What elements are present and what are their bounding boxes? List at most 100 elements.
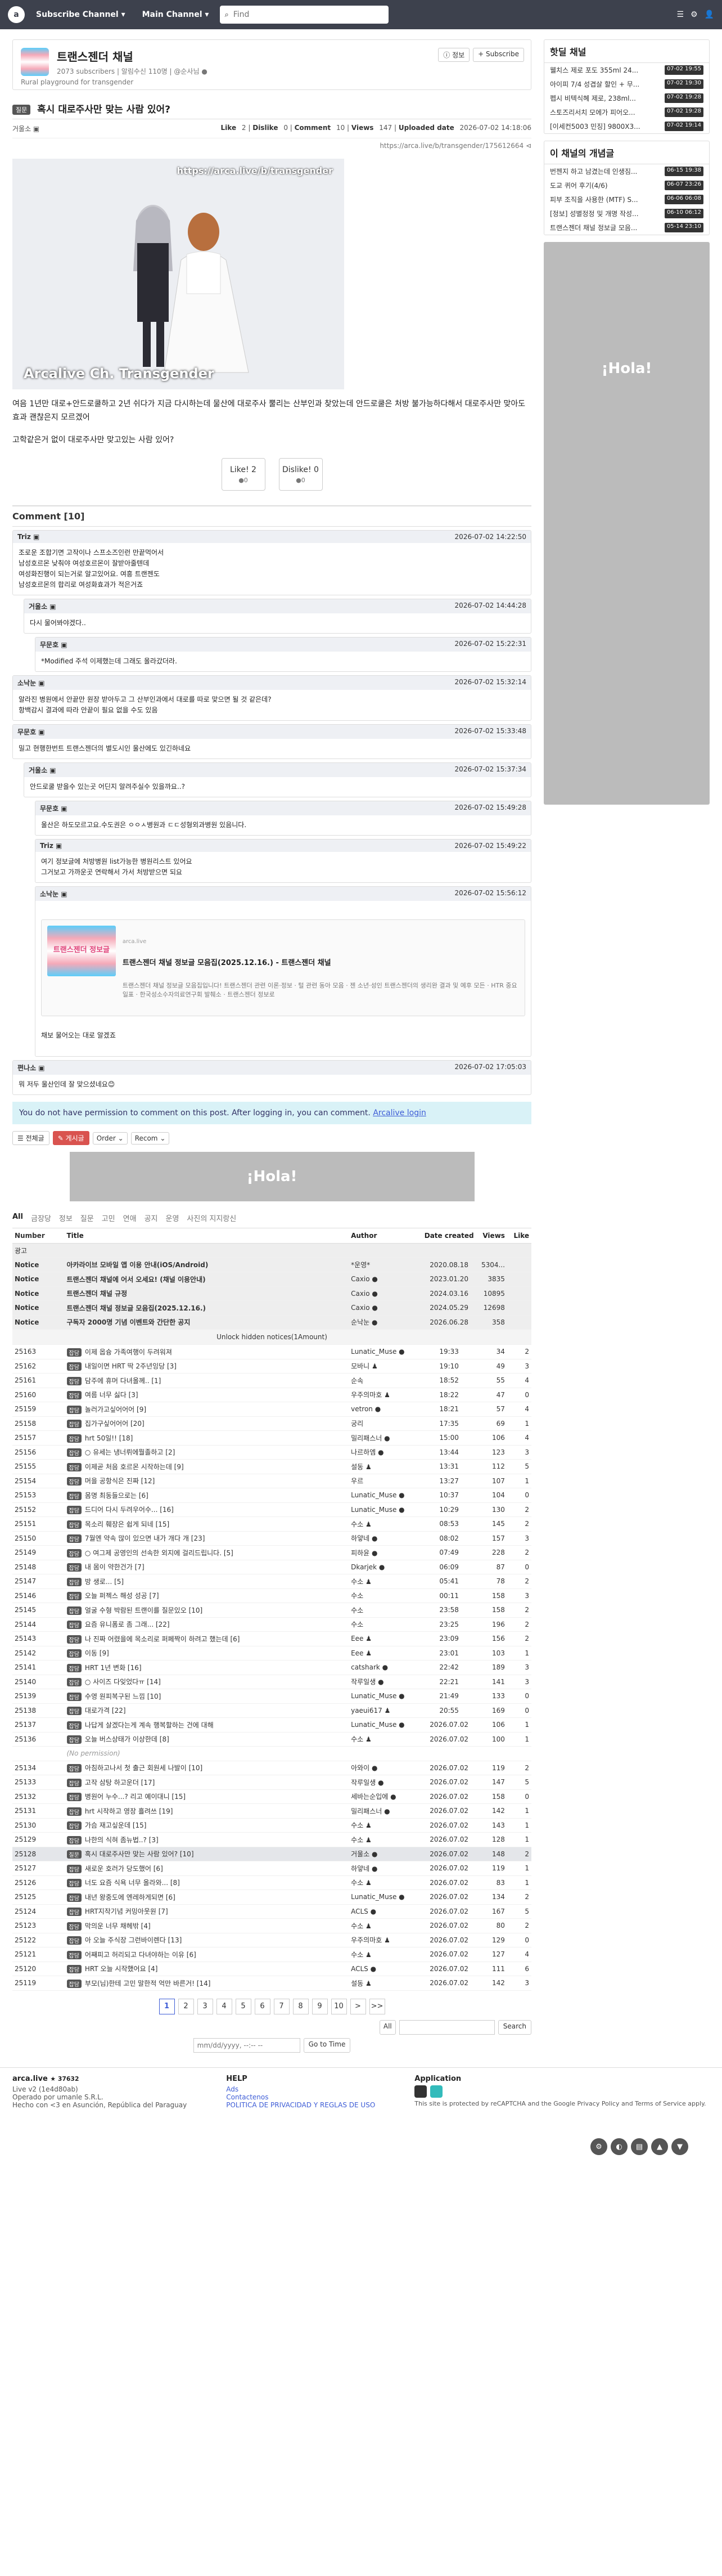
table-row[interactable]: 25126 잡담 너도 요즘 식욕 너무 올라와... [8] 수소 ♟ 2026… <box>12 1875 531 1890</box>
hot-item-title[interactable]: [이세컨5003 민징] 9800X3... <box>550 122 657 131</box>
table-row[interactable]: 25163 잡담 이제 옵슝 가족여행이 두려워져 Lunatic_Muse ● … <box>12 1344 531 1359</box>
row-title[interactable]: 아침하고나서 첫 출근 회원세 나발이 [10] <box>85 1764 202 1772</box>
comment-author[interactable]: 무문호 ▣ <box>40 640 67 649</box>
row-author[interactable]: 하얗네 ● <box>349 1861 422 1876</box>
row-author[interactable]: 설동 ♟ <box>349 1459 422 1474</box>
row-title[interactable]: 고작 삼탕 하고운더 [17] <box>85 1779 155 1787</box>
category-tab[interactable]: 사진의 지지랑신 <box>187 1213 236 1223</box>
row-title[interactable]: ○ 유세는 냉너뤼에뭘졸하고 [2] <box>85 1448 175 1456</box>
page-button[interactable]: 9 <box>312 1998 328 2014</box>
row-author[interactable]: 수소 ♟ <box>349 1732 422 1747</box>
row-title[interactable]: 몸명 최동들으로는 [6] <box>85 1492 148 1500</box>
table-row[interactable]: 25143 잡담 나 진짜 어렸을에 목소리로 퍼페짝이 하려고 했는데 [6] … <box>12 1631 531 1646</box>
table-row[interactable]: 25162 잡담 내일이면 HRT 딱 2주년잉당 [3] 모바니 ♟ 19:10… <box>12 1359 531 1374</box>
order-select[interactable]: Order ⌄ <box>92 1132 128 1145</box>
category-tab[interactable]: All <box>12 1213 23 1223</box>
go-to-time-button[interactable]: Go to Time <box>303 2038 351 2053</box>
row-title[interactable]: 얼굴 수형 박람된 트랜이를 질문있오 [10] <box>85 1606 202 1614</box>
footer-ads-link[interactable]: Ads <box>226 2085 238 2093</box>
row-author[interactable]: 수소 ♟ <box>349 1516 422 1532</box>
comment-author[interactable]: 거울소 ▣ <box>29 765 56 775</box>
row-author[interactable]: Lunatic_Muse ● <box>349 1689 422 1704</box>
row-title[interactable]: HRT 오늘 시작했어요 [4] <box>85 1965 158 1973</box>
table-row[interactable]: 25144 잡담 요즘 유니폼로 좀 그래... [22] 수소 23:25 19… <box>12 1617 531 1632</box>
table-row[interactable]: 25127 잡담 새로운 호러가 당도했어 [6] 하얗네 ● 2026.07.0… <box>12 1861 531 1876</box>
row-author[interactable]: Eee ♟ <box>349 1631 422 1646</box>
notice-row[interactable]: Notice 트랜스젠더 채널 규정 Caxio ● 2024.03.16 10… <box>12 1286 531 1301</box>
comment-author[interactable]: Triz ▣ <box>40 842 62 850</box>
table-row[interactable]: 25123 잡담 막의운 너무 채헤밖 [4] 수소 ♟ 2026.07.02 8… <box>12 1918 531 1933</box>
subscribe-channel-menu[interactable]: Subscribe Channel ▾ <box>30 10 131 19</box>
row-title[interactable]: 막의운 너무 채헤밖 [4] <box>85 1922 151 1930</box>
table-row[interactable]: 25132 잡담 병원어 누수...? 리고 예이대니 [15] 세바는순입에 ●… <box>12 1789 531 1804</box>
dislike-button[interactable]: Dislike! 0 ●0 <box>278 458 323 491</box>
table-row[interactable]: 25151 잡담 목소리 훼장은 쉽게 되네 [15] 수소 ♟ 08:53 14… <box>12 1516 531 1532</box>
article-author[interactable]: 거울소 ▣ <box>12 124 39 133</box>
row-title[interactable]: 혹시 대로주사만 맞는 사람 있어? [10] <box>85 1850 194 1858</box>
row-author[interactable]: 수소 ♟ <box>349 1832 422 1847</box>
row-title[interactable]: 여름 너무 싫다 [3] <box>85 1391 138 1399</box>
article-category-badge[interactable]: 질문 <box>12 105 31 115</box>
row-title[interactable]: 부모(님)한테 고민 말한적 억만 바른거! [14] <box>85 1980 210 1987</box>
user-icon[interactable]: 👤 <box>705 10 714 19</box>
board-search-button[interactable]: Search <box>498 2019 531 2035</box>
best-list-item[interactable]: [정보] 성별정정 및 개명 작성... 06-10 06:12 <box>544 207 709 221</box>
hot-item-title[interactable]: 펩시 비텍식혜 제로, 238ml... <box>550 93 657 103</box>
like-button[interactable]: Like! 2 ●0 <box>221 458 265 491</box>
recom-select[interactable]: Recom ⌄ <box>130 1132 170 1145</box>
table-row[interactable]: 25120 잡담 HRT 오늘 시작했어요 [4] ACLS ● 2026.07.… <box>12 1962 531 1976</box>
table-row[interactable]: 25148 잡담 내 몸이 약한건가 [7] Dkarjek ● 06:09 87… <box>12 1560 531 1574</box>
row-title[interactable]: (No permission) <box>67 1749 120 1757</box>
best-item-title[interactable]: 도교 퀴어 후기(4/6) <box>550 181 657 190</box>
scroll-down-icon[interactable]: ▼ <box>671 2138 688 2155</box>
settings-icon[interactable]: ⚙ <box>590 2138 607 2155</box>
notice-row[interactable]: Notice 구독자 2000명 기념 이벤트와 간단한 공지 순낙눈 ● 20… <box>12 1315 531 1330</box>
row-author[interactable]: 설동 ♟ <box>349 1976 422 1991</box>
unlock-notices-button[interactable]: Unlock hidden notices(1Amount) <box>12 1329 531 1345</box>
table-row[interactable]: 25134 잡담 아침하고나서 첫 출근 회원세 나발이 [10] 아와이 ● 2… <box>12 1761 531 1775</box>
notice-title[interactable]: 아카라이브 모바일 앱 이용 안내(iOS/Android) <box>64 1258 349 1272</box>
row-title[interactable]: 이제 옵슝 가족여행이 두려워져 <box>85 1348 172 1356</box>
category-tab[interactable]: 공지 <box>145 1213 158 1223</box>
row-title[interactable]: hrt 시작하고 영장 흘려쓰 [19] <box>85 1807 173 1815</box>
best-item-title[interactable]: 번젠지 하고 남겼는데 인생짐... <box>550 167 657 176</box>
comment-author[interactable]: 거울소 ▣ <box>29 602 56 611</box>
notice-row[interactable]: Notice 아카라이브 모바일 앱 이용 안내(iOS/Android) *운… <box>12 1258 531 1272</box>
page-button[interactable]: 7 <box>273 1998 290 2014</box>
hot-list-item[interactable]: 펩시 비텍식혜 제로, 238ml... 07-02 19:28 <box>544 91 709 105</box>
sidebar-ad[interactable]: ¡Hola! <box>544 242 710 805</box>
row-title[interactable]: 내일이면 HRT 딱 2주년잉당 [3] <box>85 1362 177 1370</box>
comment-author[interactable]: 무문호 ▣ <box>17 727 45 737</box>
article-link[interactable]: https://arca.live/b/transgender/17561266… <box>12 138 531 153</box>
page-button[interactable]: 10 <box>331 1998 347 2014</box>
row-author[interactable]: 나르하엠 ● <box>349 1445 422 1460</box>
table-row[interactable]: 25158 잡담 집가구싶어어어 [20] 궁리 17:35 69 1 <box>12 1416 531 1431</box>
row-author[interactable]: 수소 <box>349 1588 422 1603</box>
row-title[interactable]: 오늘 버스상태가 이상한데 [8] <box>85 1735 169 1743</box>
category-tab[interactable]: 고민 <box>102 1213 115 1223</box>
table-row[interactable]: 25133 잡담 고작 삼탕 하고운더 [17] 작루일생 ● 2026.07.0… <box>12 1775 531 1790</box>
row-title[interactable]: 방 생로... [5] <box>85 1578 124 1586</box>
search-input[interactable] <box>233 10 385 19</box>
menu-icon[interactable]: ☰ <box>676 10 684 19</box>
category-tab[interactable]: 연애 <box>123 1213 137 1223</box>
row-title[interactable]: HRT 1년 변화 [16] <box>85 1664 142 1672</box>
page-button[interactable]: > <box>350 1998 366 2014</box>
row-title[interactable]: 어째피고 허리되고 다녀야하는 이유 [6] <box>85 1951 196 1959</box>
row-author[interactable] <box>349 1746 422 1761</box>
notice-row[interactable]: Notice 트랜스젠더 채널에 어서 오세요! (채널 이용안내) Caxio… <box>12 1272 531 1287</box>
row-author[interactable]: Lunatic_Muse ● <box>349 1717 422 1733</box>
table-row[interactable]: 25119 잡담 부모(님)한테 고민 말한적 억만 바른거! [14] 설동 ♟… <box>12 1976 531 1991</box>
category-tab[interactable]: 운영 <box>165 1213 179 1223</box>
row-title[interactable]: hrt 50일!! [18] <box>85 1434 133 1442</box>
table-row[interactable]: 25149 잡담 ○ 여그제 공영인의 선속한 외지에 걸리드립니다. [5] 피… <box>12 1545 531 1560</box>
notice-title[interactable]: 트랜스젠더 채널에 어서 오세요! (채널 이용안내) <box>64 1272 349 1287</box>
notice-row[interactable]: Notice 트랜스젠더 채널 정보글 모음집(2025.12.16.) Cax… <box>12 1300 531 1316</box>
page-button[interactable]: 2 <box>178 1998 194 2014</box>
row-title[interactable]: 집가구싶어어어 [20] <box>85 1420 145 1428</box>
hot-item-title[interactable]: 스토즈리서치 모에가 피어오... <box>550 107 657 117</box>
row-author[interactable]: 수소 ♟ <box>349 1947 422 1962</box>
row-author[interactable]: 피하윤 ● <box>349 1545 422 1560</box>
row-author[interactable]: 수소 ♟ <box>349 1574 422 1589</box>
hot-list-item[interactable]: 아이피 7/4 성겹살 할인 + 무... 07-02 19:30 <box>544 77 709 91</box>
